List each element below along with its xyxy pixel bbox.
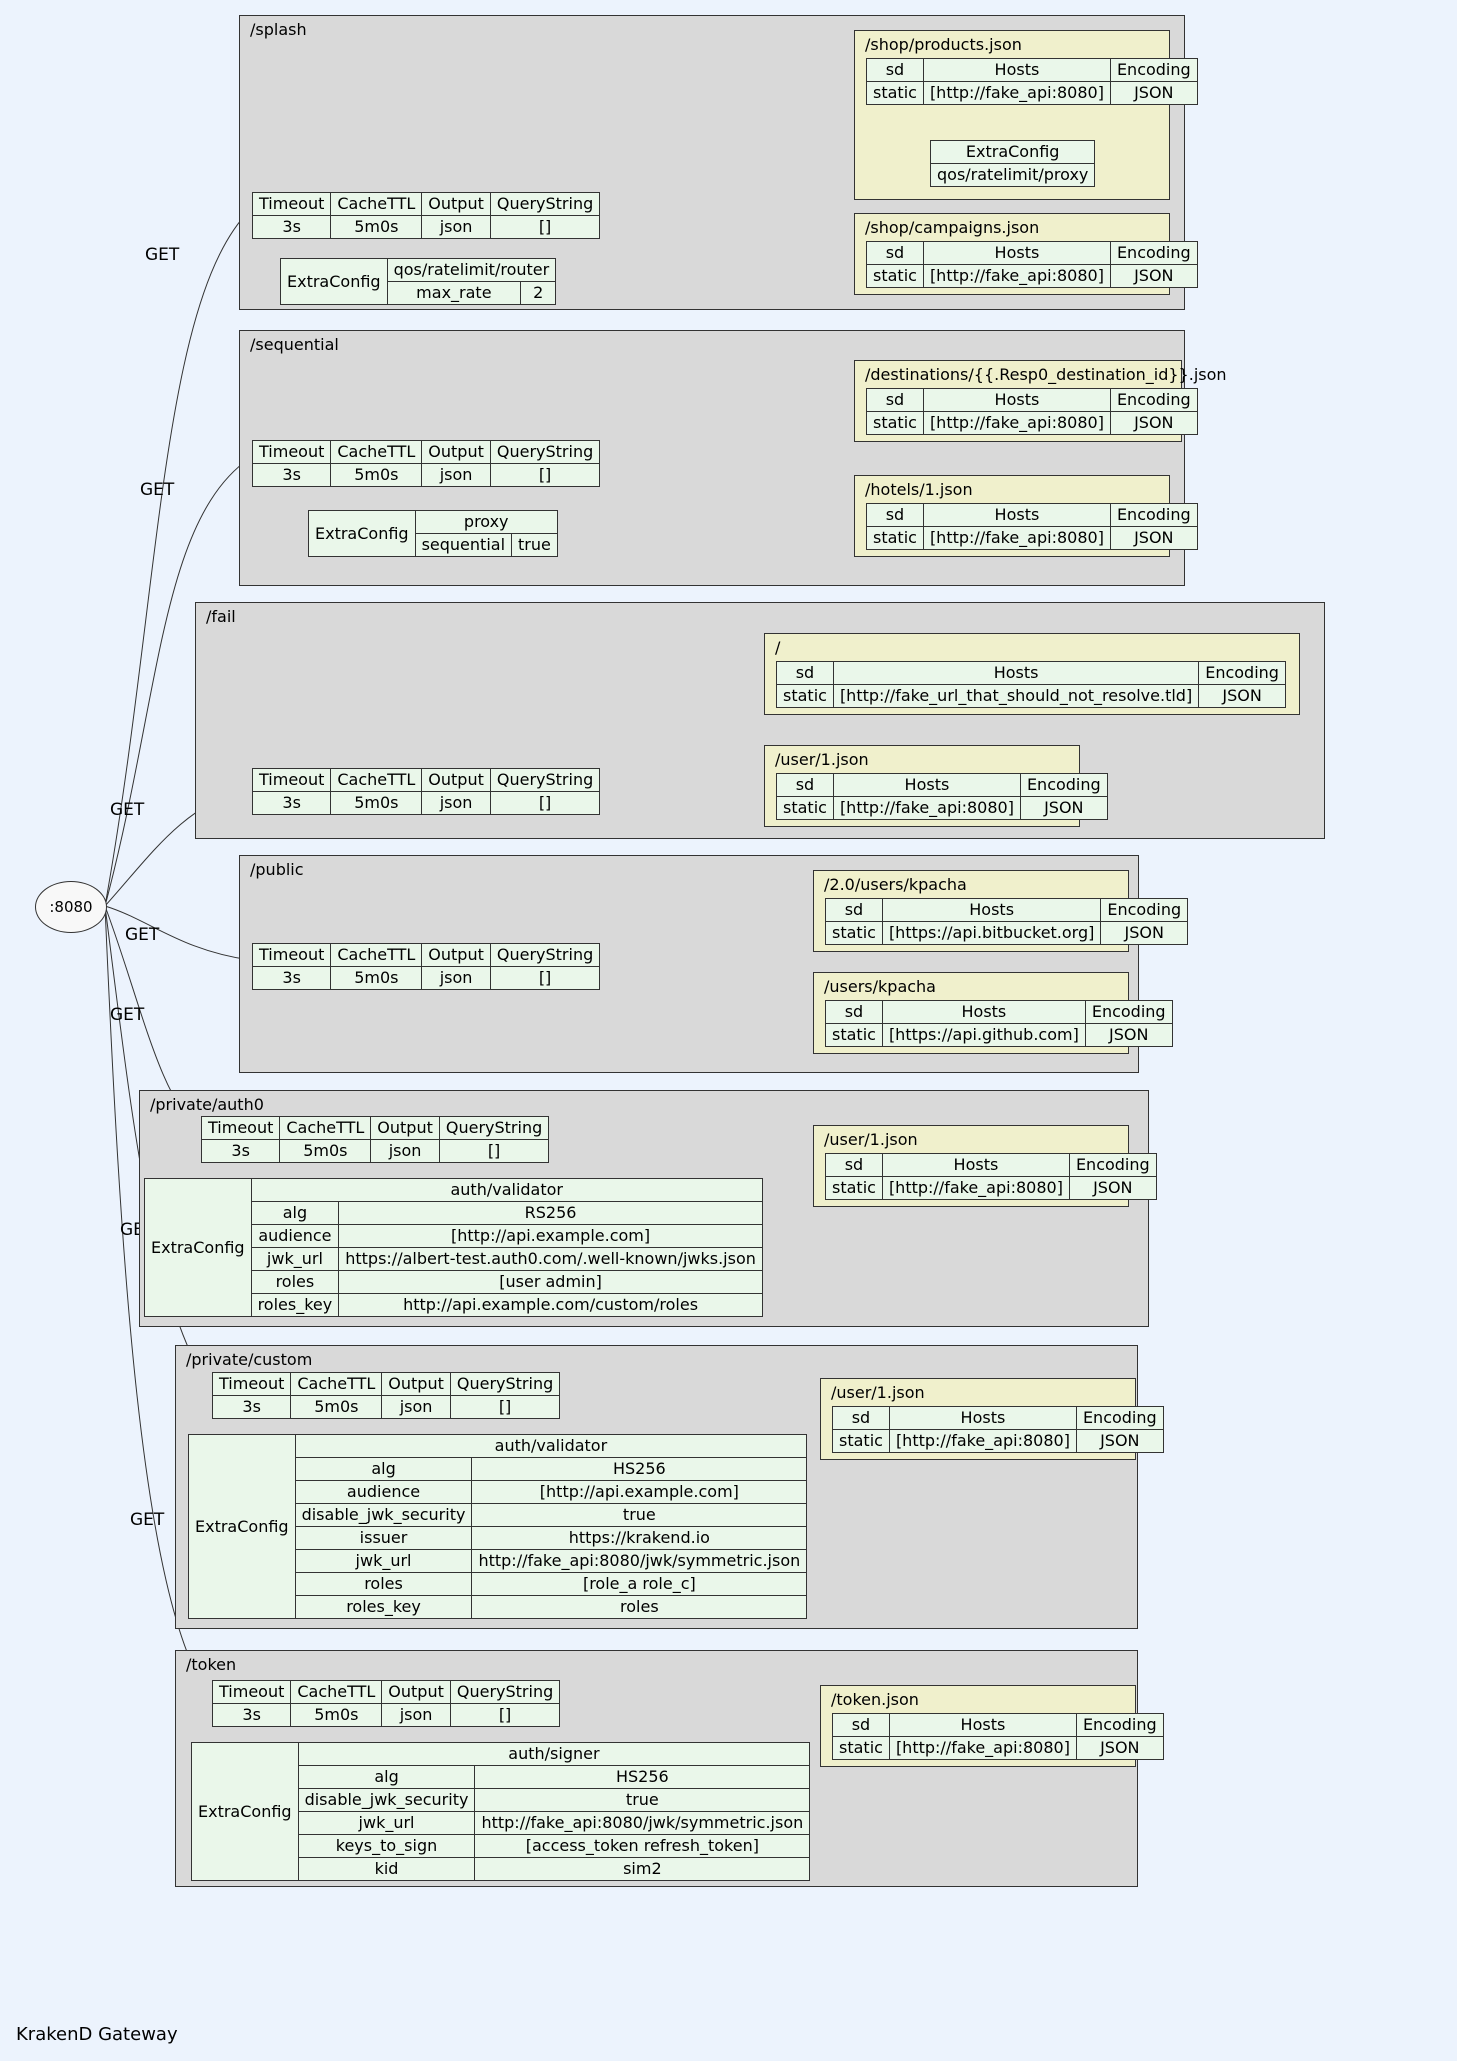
backend-path: / [775,638,780,657]
endpoint-path: /sequential [250,335,339,354]
endpoint-props: TimeoutCacheTTLOutputQueryString 3s5m0sj… [212,1680,560,1727]
backend-table: sdHostsEncoding static[http://fake_url_t… [776,661,1286,708]
backend-path: /user/1.json [831,1383,925,1402]
backend-extra: ExtraConfig qos/ratelimit/proxy [930,140,1095,187]
backend-table: sdHostsEncoding static[http://fake_api:8… [776,773,1108,820]
backend-table: sdHostsEncoding static[http://fake_api:8… [832,1406,1164,1453]
diagram-footer: KrakenD Gateway [16,2024,178,2045]
backend-table: sdHostsEncoding static[http://fake_api:8… [866,241,1198,288]
endpoint-props: TimeoutCacheTTLOutputQueryString 3s5m0sj… [201,1116,549,1163]
endpoint-path: /private/custom [186,1350,312,1369]
method-label: GET [125,925,159,945]
backend-path: /user/1.json [775,750,869,769]
endpoint-extra: ExtraConfigauth/validator algHS256 audie… [188,1434,807,1619]
backend-table: sdHostsEncoding static[http://fake_api:8… [866,388,1198,435]
endpoint-props: TimeoutCacheTTLOutputQueryString 3s5m0sj… [252,943,600,990]
backend-path: /token.json [831,1690,919,1709]
backend-path: /shop/campaigns.json [865,218,1039,237]
method-label: GET [110,800,144,820]
backend-path: /shop/products.json [865,35,1022,54]
method-label: GET [110,1005,144,1025]
method-label: GET [130,1510,164,1530]
backend-path: /destinations/{{.Resp0_destination_id}}.… [865,365,1227,384]
endpoint-extra: ExtraConfigauth/validator algRS256 audie… [144,1178,763,1317]
backend-table: sdHostsEncoding static[http://fake_api:8… [866,503,1198,550]
endpoint-props: TimeoutCacheTTLOutputQueryString 3s5m0sj… [252,440,600,487]
endpoint-extra: ExtraConfigqos/ratelimit/router max_rate… [280,258,556,305]
endpoint-props: TimeoutCacheTTLOutputQueryString 3s5m0sj… [212,1372,560,1419]
endpoint-path: /private/auth0 [150,1095,264,1114]
endpoint-extra: ExtraConfigproxy sequentialtrue [308,510,558,557]
backend-path: /user/1.json [824,1130,918,1149]
backend-table: sdHostsEncoding static[http://fake_api:8… [825,1153,1157,1200]
endpoint-props: TimeoutCacheTTLOutputQueryString 3s5m0sj… [252,192,600,239]
endpoint-extra: ExtraConfigauth/signer algHS256 disable_… [191,1742,810,1881]
backend-table: sdHostsEncoding static[https://api.bitbu… [825,898,1188,945]
gateway-port-node: :8080 [35,881,107,933]
gateway-port-label: :8080 [49,898,92,916]
backend-table: sdHostsEncoding static[http://fake_api:8… [832,1713,1164,1760]
backend-table: sdHostsEncoding static[https://api.githu… [825,1000,1173,1047]
diagram-canvas: GET GET GET GET GET GET GET x1 x1 x1 x1 … [0,0,1457,2061]
backend-table: sdHostsEncoding static[http://fake_api:8… [866,58,1198,105]
endpoint-path: /public [250,860,304,879]
backend-path: /2.0/users/kpacha [824,875,967,894]
backend-path: /hotels/1.json [865,480,973,499]
backend-path: /users/kpacha [824,977,936,996]
endpoint-path: /fail [206,607,236,626]
endpoint-path: /token [186,1655,236,1674]
method-label: GET [145,245,179,265]
endpoint-props: TimeoutCacheTTLOutputQueryString 3s5m0sj… [252,768,600,815]
method-label: GET [140,480,174,500]
endpoint-path: /splash [250,20,307,39]
